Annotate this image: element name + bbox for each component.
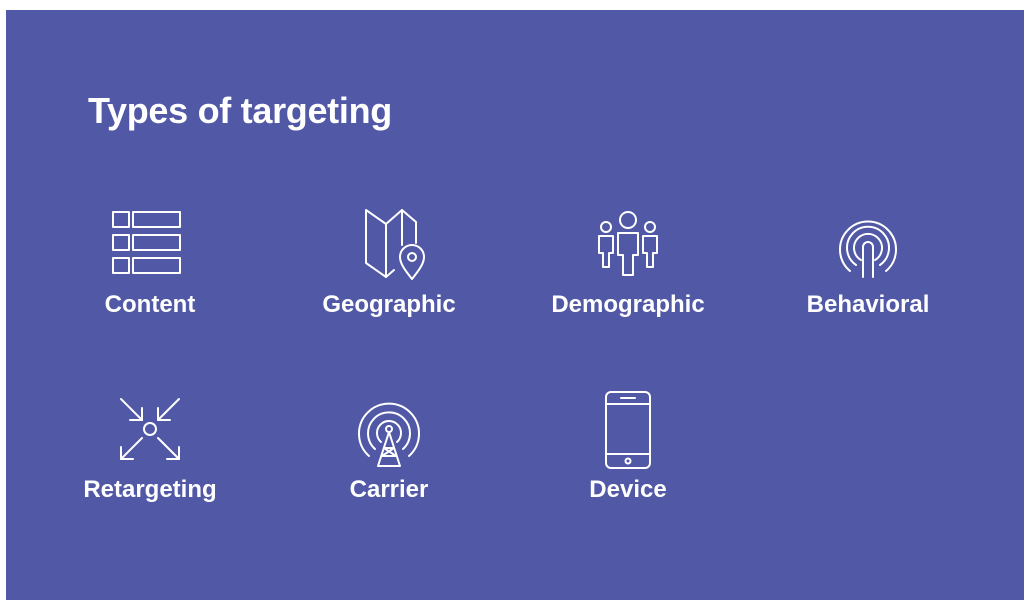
page-title: Types of targeting xyxy=(88,90,392,131)
targeting-item-content: Content xyxy=(50,205,250,319)
slide: Types of targeting Content Geographic De… xyxy=(6,10,1024,600)
content-grid-icon xyxy=(105,205,195,287)
targeting-item-behavioral: Behavioral xyxy=(768,205,968,319)
targeting-label: Content xyxy=(104,291,196,318)
targeting-item-demographic: Demographic xyxy=(528,205,728,319)
signal-tower-icon xyxy=(344,390,434,472)
targeting-label: Carrier xyxy=(349,476,429,503)
smartphone-icon xyxy=(583,390,673,472)
targeting-item-device: Device xyxy=(528,390,728,504)
targeting-item-carrier: Carrier xyxy=(289,390,489,504)
targeting-label: Device xyxy=(589,476,667,503)
people-icon xyxy=(583,205,673,287)
targeting-item-geographic: Geographic xyxy=(289,205,489,319)
targeting-label: Behavioral xyxy=(806,291,930,318)
targeting-label: Demographic xyxy=(551,291,705,318)
targeting-item-retargeting: Retargeting xyxy=(50,390,250,504)
arrows-converge-icon xyxy=(105,390,195,472)
targeting-label: Retargeting xyxy=(83,476,217,503)
map-pin-icon xyxy=(344,205,434,287)
fingerprint-touch-icon xyxy=(823,205,913,287)
targeting-label: Geographic xyxy=(322,291,456,318)
